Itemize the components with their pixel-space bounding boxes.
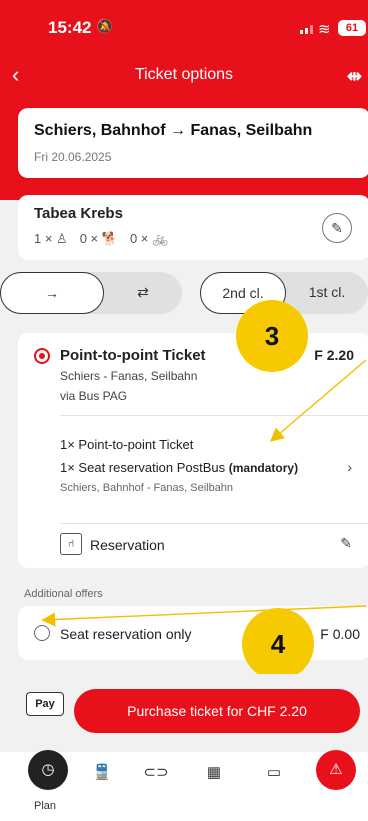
offer-price: F 0.00 xyxy=(320,626,360,642)
reservation-label: Reservation xyxy=(90,537,165,553)
purchase-button[interactable]: Purchase ticket for CHF 2.20 xyxy=(74,689,360,733)
ticket-route: Schiers - Fanas, Seilbahn xyxy=(60,369,198,383)
seat-icon: ⑁ xyxy=(60,533,82,555)
divider xyxy=(60,523,368,524)
wifi-icon: ≋ xyxy=(318,21,331,38)
edit-reservation-icon[interactable]: ✎ xyxy=(340,535,352,552)
status-bar: 15:42 🔕 ≋ 61 xyxy=(0,0,368,50)
apple-pay-label: Pay xyxy=(35,698,55,710)
annotation-badge-3: 3 xyxy=(236,300,308,372)
tab-qr-code-icon[interactable]: ▦ xyxy=(196,752,232,794)
bike-count: 0 × 🚲 xyxy=(129,231,169,246)
additional-offers-label: Additional offers xyxy=(24,588,103,600)
route-card: Schiers, Bahnhof → Fanas, Seilbahn Fri 2… xyxy=(18,108,368,178)
tab-bar: ◷ 🚆 ⊂⊃ ▦ ▭ ⚠ Plan xyxy=(0,750,368,821)
tab-toggle-icon[interactable]: ⊂⊃ xyxy=(138,752,174,794)
tab-warning-icon[interactable]: ⚠ xyxy=(316,750,356,790)
ticket-price: F 2.20 xyxy=(314,347,354,363)
tab-ticket-icon[interactable]: ▭ xyxy=(256,752,292,794)
direction-selector: → ⇄ xyxy=(0,272,182,314)
tab-plan-label: Plan xyxy=(34,800,57,812)
reservation-item-label: 1× Seat reservation PostBus xyxy=(60,460,226,475)
edit-passenger-button[interactable]: ✎ xyxy=(322,213,352,243)
ticket-item-reservation[interactable]: 1× Seat reservation PostBus (mandatory) xyxy=(60,460,298,475)
offer-radio-unselected[interactable] xyxy=(34,625,50,641)
passenger-counts: 1 × ♙ 0 × 🐕 0 × 🚲 xyxy=(34,231,168,247)
first-class-option[interactable]: 1st cl. xyxy=(286,272,368,314)
dog-count: 0 × 🐕 xyxy=(79,231,118,246)
route-date: Fri 20.06.2025 xyxy=(34,150,112,164)
swap-direction-icon[interactable]: ⇹ xyxy=(347,66,362,87)
seat-reservation-offer-card[interactable]: Seat reservation only F 0.00 xyxy=(18,606,368,660)
navigation-bar: ‹ Ticket options ⇹ xyxy=(0,62,368,90)
chevron-right-icon[interactable]: › xyxy=(347,459,352,475)
route-title: Schiers, Bahnhof → Fanas, Seilbahn xyxy=(34,122,313,139)
ticket-item-ticket: 1× Point-to-point Ticket xyxy=(60,437,194,452)
adult-count: 1 × ♙ xyxy=(34,231,68,246)
annotation-badge-4: 4 xyxy=(242,608,314,680)
one-way-option[interactable]: → xyxy=(0,272,104,314)
signal-icon xyxy=(300,25,313,34)
ticket-via: via Bus PAG xyxy=(60,389,128,403)
passenger-card: Tabea Krebs 1 × ♙ 0 × 🐕 0 × 🚲 ✎ xyxy=(18,195,368,260)
mandatory-note: (mandatory) xyxy=(228,461,299,475)
tab-plan-clock-icon[interactable]: ◷ xyxy=(28,750,68,790)
apple-pay-button[interactable]: Pay xyxy=(26,692,64,716)
ticket-title: Point-to-point Ticket xyxy=(60,347,206,364)
pencil-icon: ✎ xyxy=(331,220,343,236)
ticket-item-route: Schiers, Bahnhof - Fanas, Seilbahn xyxy=(60,482,234,494)
return-option[interactable]: ⇄ xyxy=(104,272,182,314)
status-time: 15:42 xyxy=(48,18,92,37)
mute-icon: 🔕 xyxy=(96,18,114,34)
passenger-name: Tabea Krebs xyxy=(34,205,123,222)
tab-train-icon[interactable]: 🚆 xyxy=(84,752,120,794)
page-title: Ticket options xyxy=(134,66,234,83)
battery-icon: 61 xyxy=(338,20,366,36)
ticket-radio-selected[interactable] xyxy=(34,348,50,364)
divider xyxy=(60,415,368,416)
offer-title: Seat reservation only xyxy=(60,626,192,642)
ticket-card[interactable]: Point-to-point Ticket F 2.20 Schiers - F… xyxy=(18,333,368,568)
